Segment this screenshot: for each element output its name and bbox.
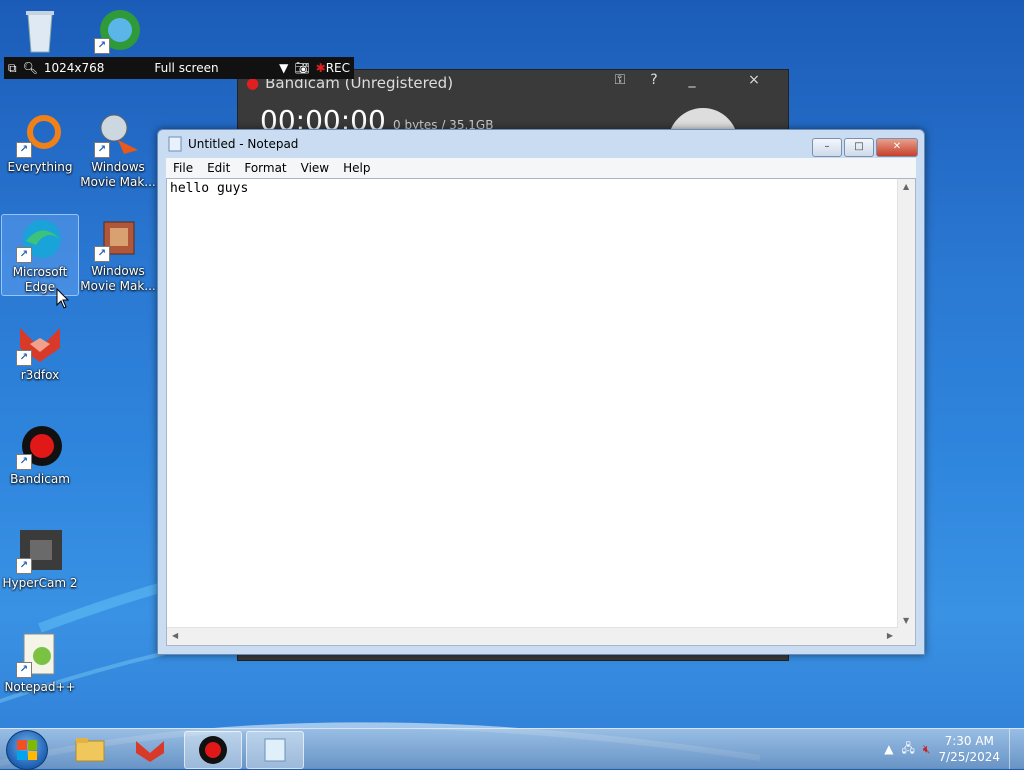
desktop-icon-everything[interactable]: ↗ Everything bbox=[2, 110, 78, 175]
notepad-title: Untitled - Notepad bbox=[188, 137, 299, 151]
everything-icon: ↗ bbox=[16, 110, 64, 158]
windows-logo-icon bbox=[17, 740, 37, 760]
shortcut-arrow-icon: ↗ bbox=[16, 247, 32, 263]
show-hidden-icons-icon[interactable]: ▲ bbox=[884, 742, 893, 756]
scroll-up-icon[interactable]: ▲ bbox=[903, 182, 909, 191]
clock-date: 7/25/2024 bbox=[938, 750, 1000, 764]
menu-file[interactable]: File bbox=[166, 161, 200, 175]
shortcut-arrow-icon: ↗ bbox=[16, 662, 32, 678]
menu-edit[interactable]: Edit bbox=[200, 161, 237, 175]
show-desktop-button[interactable] bbox=[1009, 729, 1024, 769]
shortcut-arrow-icon: ↗ bbox=[16, 558, 32, 574]
scroll-left-icon[interactable]: ◀ bbox=[172, 631, 178, 640]
desktop-icon-label: Notepad++ bbox=[4, 680, 76, 694]
desktop-icon-label: Windows Movie Mak... bbox=[80, 160, 156, 189]
notepad-icon bbox=[264, 738, 286, 762]
desktop-icon-windows-movie-maker[interactable]: ↗ Windows Movie Mak... bbox=[80, 110, 156, 190]
bandicam-help-button[interactable]: ? bbox=[642, 72, 666, 92]
desktop-icon-label: Windows Movie Mak... bbox=[80, 264, 156, 293]
shortcut-arrow-icon: ↗ bbox=[16, 454, 32, 470]
rec-button[interactable]: ✱REC bbox=[316, 61, 350, 75]
bandicam-close-button[interactable]: × bbox=[742, 72, 766, 92]
notepad-plus-plus-icon: ↗ bbox=[16, 630, 64, 678]
bandicam-icon bbox=[199, 736, 227, 764]
network-icon[interactable]: 🖧︎ bbox=[902, 739, 915, 760]
shortcut-arrow-icon: ↗ bbox=[16, 142, 32, 158]
hypercam-icon: ↗ bbox=[16, 526, 64, 574]
desktop-icon-notepad-plus-plus[interactable]: ↗ Notepad++ bbox=[2, 630, 78, 695]
resize-grip[interactable] bbox=[898, 628, 915, 645]
mouse-cursor-icon bbox=[56, 288, 70, 309]
shortcut-arrow-icon: ↗ bbox=[16, 350, 32, 366]
shortcut-arrow-icon: ↗ bbox=[94, 142, 110, 158]
desktop-icon-hypercam[interactable]: ↗ HyperCam 2 bbox=[2, 526, 78, 591]
notepad-window[interactable]: Untitled - Notepad – □ ✕ File Edit Forma… bbox=[157, 129, 925, 655]
rec-dot-icon: ✱ bbox=[315, 61, 326, 75]
desktop-icon-r3dfox[interactable]: ↗ r3dfox bbox=[2, 318, 78, 383]
text-area[interactable]: hello guys ▲ ▼ ◀ ▶ bbox=[166, 178, 916, 646]
taskbar-notepad[interactable] bbox=[246, 731, 304, 769]
capture-mode[interactable]: Full screen bbox=[154, 61, 218, 75]
shortcut-arrow-icon: ↗ bbox=[94, 246, 110, 262]
taskbar: ▲ 🖧︎ 🔇︎ 7:30 AM 7/25/2024 bbox=[0, 728, 1024, 770]
clock-time: 7:30 AM bbox=[944, 734, 994, 748]
globe-icon: ↗ bbox=[94, 6, 142, 54]
desktop-icon-windows-movie-maker-2[interactable]: ↗ Windows Movie Mak... bbox=[80, 214, 156, 294]
desktop-icon-bandicam[interactable]: ↗ Bandicam bbox=[2, 422, 78, 487]
fox-icon bbox=[136, 741, 164, 762]
document-text[interactable]: hello guys bbox=[170, 181, 248, 196]
zoom-icon[interactable]: 🔍︎ bbox=[23, 61, 38, 75]
horizontal-scrollbar[interactable]: ◀ ▶ bbox=[167, 627, 898, 645]
start-button[interactable] bbox=[6, 730, 48, 770]
desktop-icon-recycle-bin[interactable] bbox=[2, 6, 78, 56]
desktop-icon-label: Bandicam bbox=[10, 472, 70, 486]
shortcut-arrow-icon: ↗ bbox=[94, 38, 110, 54]
system-tray: ▲ 🖧︎ 🔇︎ 7:30 AM 7/25/2024 bbox=[884, 729, 1000, 769]
notepad-titlebar[interactable]: Untitled - Notepad bbox=[158, 130, 924, 158]
fox-icon: ↗ bbox=[16, 318, 64, 366]
menu-format[interactable]: Format bbox=[237, 161, 293, 175]
desktop-icon-label: Everything bbox=[7, 160, 73, 174]
desktop-icon-label: HyperCam 2 bbox=[2, 576, 78, 590]
taskbar-r3dfox[interactable] bbox=[122, 731, 178, 767]
close-button[interactable]: ✕ bbox=[876, 138, 918, 157]
volume-muted-icon[interactable]: 🔇︎ bbox=[923, 742, 931, 757]
bandicam-icon: ↗ bbox=[16, 422, 64, 470]
dropdown-arrow-icon[interactable]: ▼ bbox=[279, 61, 288, 75]
maximize-button[interactable]: □ bbox=[844, 138, 874, 157]
menu-view[interactable]: View bbox=[294, 161, 336, 175]
taskbar-explorer[interactable] bbox=[62, 731, 118, 767]
menu-bar: File Edit Format View Help bbox=[166, 158, 916, 179]
camera-icon[interactable]: 📷︎ bbox=[294, 61, 309, 75]
bandicam-capture-toolbar[interactable]: ⧉ 🔍︎ 1024x768 Full screen ▼ 📷︎ ✱REC bbox=[4, 57, 354, 79]
clock[interactable]: 7:30 AM 7/25/2024 bbox=[938, 733, 1000, 765]
desktop-icon-browser[interactable]: ↗ bbox=[80, 6, 156, 56]
movie-clapper-icon: ↗ bbox=[94, 214, 142, 262]
film-reel-icon: ↗ bbox=[94, 110, 142, 158]
notepad-app-icon bbox=[168, 136, 182, 152]
minimize-button[interactable]: – bbox=[812, 138, 842, 157]
key-icon[interactable]: ⚿ bbox=[608, 72, 632, 92]
folder-icon bbox=[75, 738, 105, 762]
desktop-icon-label: r3dfox bbox=[20, 368, 60, 382]
desktop-icon-microsoft-edge[interactable]: ↗ Microsoft Edge bbox=[1, 214, 79, 296]
rec-label: REC bbox=[325, 61, 350, 75]
window-mode-icon[interactable]: ⧉ bbox=[8, 61, 17, 76]
recycle-bin-icon bbox=[16, 6, 64, 54]
bandicam-minimize-button[interactable]: _ bbox=[680, 72, 704, 92]
vertical-scrollbar[interactable]: ▲ ▼ bbox=[897, 179, 915, 628]
taskbar-bandicam[interactable] bbox=[184, 731, 242, 769]
scroll-right-icon[interactable]: ▶ bbox=[887, 631, 893, 640]
edge-icon: ↗ bbox=[16, 215, 64, 263]
menu-help[interactable]: Help bbox=[336, 161, 377, 175]
capture-resolution: 1024x768 bbox=[43, 61, 105, 75]
scroll-down-icon[interactable]: ▼ bbox=[903, 616, 909, 625]
